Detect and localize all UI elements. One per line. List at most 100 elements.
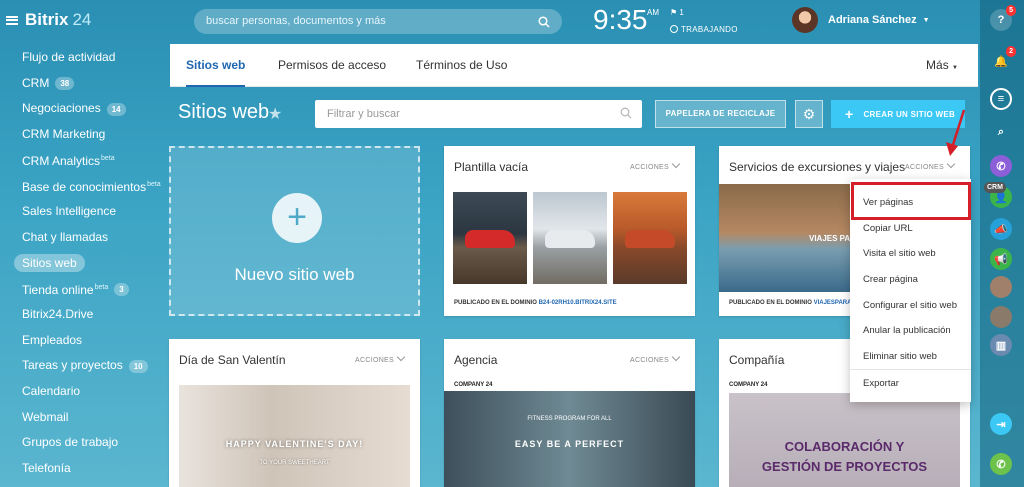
sidebar-item-crm[interactable]: CRM 38 [14, 71, 169, 97]
sidebar-item-sitios-web[interactable]: Sitios web [14, 251, 169, 277]
sidebar-item-telefonia[interactable]: Telefonía [14, 456, 169, 482]
site-domain[interactable]: PUBLICADO EN EL DOMINIO B24-02RH10.BITRI… [454, 300, 617, 306]
chevron-down-icon: ▼ [922, 16, 930, 24]
tab-sitios-web[interactable]: Sitios web [186, 44, 246, 87]
settings-button[interactable]: ⚙ [795, 100, 823, 128]
search-icon[interactable] [620, 107, 632, 119]
search-placeholder: buscar personas, documentos y más [206, 15, 386, 27]
menu-item-anular-publicacion[interactable]: Anular la publicación [863, 325, 951, 336]
sidebar-item-sales-intelligence[interactable]: Sales Intelligence [14, 199, 169, 225]
user-menu[interactable]: Adriana Sánchez ▼ [792, 7, 930, 33]
plus-icon: + [845, 106, 854, 122]
building-icon[interactable]: ▥ [990, 334, 1012, 356]
preview-sub-text: TO YOUR SWEETHEART [259, 460, 330, 466]
sidebar-item-crm-analytics[interactable]: CRM Analyticsbeta [14, 148, 169, 174]
bell-icon[interactable]: 🔔 2 [990, 46, 1016, 72]
notification-badge: 2 [1006, 46, 1016, 57]
crm-contact-icon[interactable]: 👤 CRM [984, 182, 1012, 208]
sidebar-item-negociaciones[interactable]: Negociaciones 14 [14, 96, 169, 122]
sidebar-item-label: Sitios web [14, 254, 85, 273]
sidebar-item-chat[interactable]: Chat y llamadas [14, 225, 169, 251]
menu-item-eliminar-sitio[interactable]: Eliminar sitio web [863, 351, 937, 362]
avatar[interactable] [792, 7, 818, 33]
domain-prefix: PUBLICADO EN EL DOMINIO [454, 300, 537, 306]
sidebar-item-tareas[interactable]: Tareas y proyectos 10 [14, 353, 169, 379]
megaphone-icon[interactable]: 📣 [990, 218, 1012, 240]
sidebar-item-empleados[interactable]: Empleados [14, 328, 169, 354]
counter-badge: 38 [55, 77, 75, 91]
template-thumbnail[interactable] [613, 192, 687, 284]
search-icon[interactable] [538, 16, 550, 28]
work-status[interactable]: TRABAJANDO [670, 25, 738, 34]
sidebar-item-base-conocimientos[interactable]: Base de conocimientosbeta [14, 173, 169, 199]
new-site-card[interactable]: + Nuevo sitio web [169, 146, 420, 316]
template-thumbnail[interactable] [453, 192, 527, 284]
site-card-agencia[interactable]: Agencia ACCIONES COMPANY 24 FITNESS PROG… [444, 339, 695, 487]
menu-item-crear-pagina[interactable]: Crear página [863, 274, 918, 285]
menu-item-visita-sitio[interactable]: Visita el sitio web [863, 248, 936, 259]
preview-hero-text: EASY BE A PERFECT [514, 439, 625, 449]
site-preview-image[interactable]: HAPPY VALENTINE'S DAY! TO YOUR SWEETHEAR… [179, 385, 410, 487]
site-card-san-valentin[interactable]: Día de San Valentín ACCIONES HAPPY VALEN… [169, 339, 420, 487]
tab-permisos[interactable]: Permisos de acceso [278, 44, 386, 87]
sidebar-item-drive[interactable]: Bitrix24.Drive [14, 302, 169, 328]
phone-icon[interactable]: ✆ [990, 155, 1012, 177]
sidebar-item-crm-marketing[interactable]: CRM Marketing [14, 122, 169, 148]
sidebar-item-grupos[interactable]: Grupos de trabajo [14, 430, 169, 456]
sidebar-item-flujo[interactable]: Flujo de actividad [14, 45, 169, 71]
sidebar-item-label: CRM Analytics [22, 154, 101, 169]
clock-ampm: AM [647, 8, 659, 17]
exit-icon[interactable]: ⇥ [990, 413, 1012, 435]
call-icon[interactable]: ✆ [990, 453, 1012, 475]
hamburger-icon[interactable] [6, 15, 18, 25]
menu-item-configurar-sitio[interactable]: Configurar el sitio web [863, 300, 957, 311]
more-menu[interactable]: Más ▼ [926, 44, 958, 90]
sidebar-item-label: Telefonía [22, 461, 71, 475]
crm-label: CRM [984, 182, 1006, 193]
tab-terminos[interactable]: Términos de Uso [416, 44, 507, 87]
new-site-label: Nuevo sitio web [234, 265, 355, 284]
sidebar-item-label: Base de conocimientos [22, 179, 147, 194]
sidebar-item-label: Bitrix24.Drive [22, 306, 94, 321]
help-badge: 5 [1006, 5, 1016, 16]
actions-menu[interactable]: ACCIONES [355, 354, 404, 364]
user-avatar-2[interactable] [990, 306, 1012, 328]
flag-icon: ⚑ [670, 8, 678, 17]
sidebar-item-label: Sales Intelligence [22, 204, 117, 219]
site-card-title: Servicios de excursiones y viajes [729, 160, 906, 174]
clock-time[interactable]: 9:35 [593, 4, 648, 36]
actions-menu[interactable]: ACCIONES [630, 354, 679, 364]
actions-menu[interactable]: ACCIONES [905, 161, 954, 171]
megaphone-green-icon[interactable]: 📢 [990, 248, 1012, 270]
sidebar-item-webmail[interactable]: Webmail [14, 405, 169, 431]
domain-link[interactable]: B24-02RH10.BITRIX24.SITE [539, 300, 617, 306]
sidebar-item-calendario[interactable]: Calendario [14, 379, 169, 405]
flag-indicator[interactable]: ⚑ 1 [670, 8, 684, 17]
search-icon[interactable]: ⌕ [990, 121, 1012, 143]
highlight-box [851, 182, 971, 220]
recycle-bin-button[interactable]: PAPELERA DE RECICLAJE [655, 100, 786, 128]
right-toolbar: ? 5 🔔 2 ≡ ⌕ ✆ 👤 CRM 📣 📢 ▥ ⇥ ✆ [980, 0, 1024, 487]
star-icon[interactable]: ★ [268, 104, 282, 124]
page-title: Sitios web [178, 101, 270, 123]
preview-company-name: COMPANY 24 [454, 382, 493, 388]
actions-menu[interactable]: ACCIONES [630, 161, 679, 171]
beta-tag: beta [94, 283, 109, 291]
site-domain[interactable]: PUBLICADO EN EL DOMINIO VIAJESPARATOD [729, 300, 864, 306]
brand[interactable]: Bitrix 24 [6, 10, 91, 30]
filter-search-input[interactable]: Filtrar y buscar [315, 100, 642, 128]
user-avatar-1[interactable] [990, 276, 1012, 298]
menu-item-exportar[interactable]: Exportar [863, 378, 899, 389]
global-search-input[interactable]: buscar personas, documentos y más [194, 9, 562, 34]
red-arrow-icon [946, 109, 966, 156]
domain-prefix: PUBLICADO EN EL DOMINIO [729, 300, 812, 306]
help-icon[interactable]: ? 5 [990, 5, 1016, 31]
filter-placeholder: Filtrar y buscar [327, 108, 400, 120]
site-preview-image[interactable]: COMPANY 24 FITNESS PROGRAM FOR ALL EASY … [444, 379, 695, 487]
menu-item-copiar-url[interactable]: Copiar URL [863, 223, 913, 234]
template-thumbnail[interactable] [533, 192, 607, 284]
site-card-plantilla-vacia[interactable]: Plantilla vacía ACCIONES PUBLICADO EN EL… [444, 146, 695, 316]
sidebar-item-tienda-online[interactable]: Tienda onlinebeta 3 [14, 276, 169, 302]
status-label: TRABAJANDO [681, 25, 738, 34]
chat-icon[interactable]: ≡ [990, 88, 1012, 110]
